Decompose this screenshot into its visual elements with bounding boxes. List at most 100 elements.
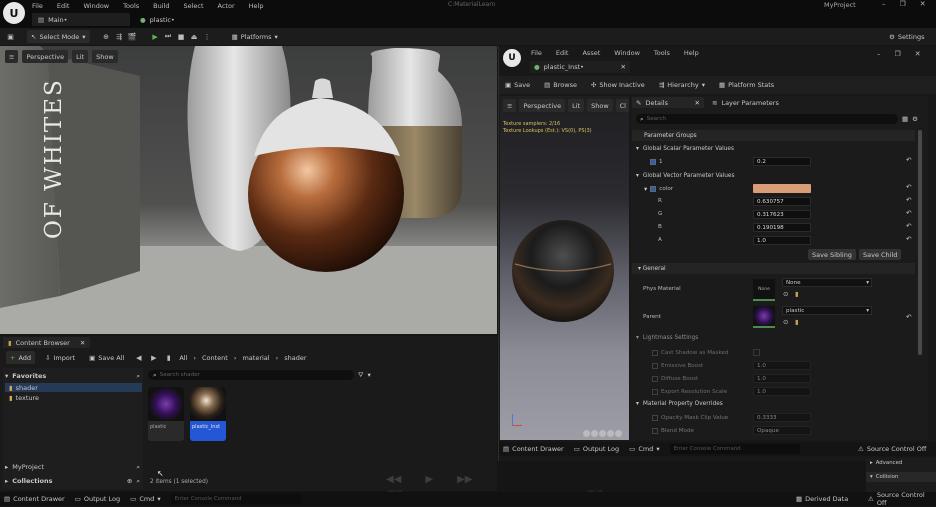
preview-sphere-icon[interactable] bbox=[591, 430, 598, 437]
source-control-button[interactable]: ⚠ Source Control Off bbox=[868, 491, 936, 507]
content-browser-tab[interactable]: ▮ Content Browser ✕ bbox=[3, 337, 91, 348]
use-selected-icon[interactable]: ⊙ bbox=[783, 290, 788, 298]
grid-view-icon[interactable]: ▦ bbox=[902, 115, 908, 123]
preview-plane-icon[interactable] bbox=[599, 430, 606, 437]
editor-unreal-logo-icon[interactable]: U bbox=[503, 49, 521, 67]
reset-arrow-icon[interactable]: ↶ bbox=[906, 183, 911, 191]
level-viewport[interactable]: OF WHITES ≡ Perspective Lit Show bbox=[0, 46, 497, 334]
phys-material-dropdown[interactable]: None ▾ bbox=[782, 278, 872, 287]
more-options-icon[interactable]: ⋮ bbox=[203, 32, 212, 41]
editor-menu-file[interactable]: File bbox=[531, 49, 542, 57]
editor-output-log-button[interactable]: ▭ Output Log bbox=[574, 445, 619, 453]
editor-content-drawer-button[interactable]: ▤ Content Drawer bbox=[503, 445, 564, 453]
preview-lit-button[interactable]: Lit bbox=[568, 99, 585, 112]
editor-menu-help[interactable]: Help bbox=[684, 49, 699, 57]
save-all-button[interactable]: ▣ Save All bbox=[85, 351, 128, 364]
save-icon[interactable]: ▣ bbox=[6, 32, 15, 41]
folder-texture[interactable]: ▮ texture bbox=[5, 393, 142, 402]
close-tab-icon[interactable]: ✕ bbox=[621, 63, 626, 71]
asset-search-box[interactable]: ⌕ Search shader bbox=[148, 370, 354, 380]
param-checkbox[interactable] bbox=[650, 159, 656, 165]
unreal-logo-icon[interactable]: U bbox=[3, 2, 25, 24]
settings-button[interactable]: ⚙ Settings bbox=[885, 30, 929, 43]
menu-file[interactable]: File bbox=[32, 2, 43, 10]
folder-shader[interactable]: ▮ shader bbox=[5, 383, 142, 392]
hierarchy-button[interactable]: ⇶ Hierarchy ▾ bbox=[659, 81, 705, 89]
override-row-value[interactable]: Opaque bbox=[753, 426, 811, 435]
search-icon[interactable]: ⌕ bbox=[136, 372, 140, 381]
viewport-menu-button[interactable]: ≡ bbox=[5, 50, 19, 63]
show-button[interactable]: Show bbox=[92, 50, 118, 63]
asset-plastic[interactable]: plastic bbox=[148, 387, 184, 441]
show-inactive-button[interactable]: ✣ Show Inactive bbox=[591, 81, 645, 89]
cmd-button[interactable]: ▭ Cmd ▾ bbox=[130, 495, 160, 503]
lightmass-checkbox[interactable] bbox=[652, 362, 658, 369]
menu-select[interactable]: Select bbox=[183, 2, 203, 10]
reset-arrow-icon[interactable]: ↶ bbox=[906, 235, 911, 243]
scalar-param-value[interactable]: 0.2 bbox=[753, 157, 811, 166]
menu-tools[interactable]: Tools bbox=[123, 2, 139, 10]
console-input[interactable]: Enter Console Command bbox=[170, 494, 301, 504]
parent-thumbnail[interactable] bbox=[753, 306, 775, 328]
advanced-header[interactable]: ▸ Advanced bbox=[870, 460, 902, 466]
output-log-button[interactable]: ▭ Output Log bbox=[75, 495, 120, 503]
lightmass-row-value[interactable]: 1.0 bbox=[753, 374, 811, 383]
preview-clipped-button[interactable]: Cl bbox=[615, 99, 629, 112]
reset-arrow-icon[interactable]: ↶ bbox=[906, 196, 911, 204]
parent-dropdown[interactable]: plastic ▾ bbox=[782, 306, 872, 315]
editor-menu-edit[interactable]: Edit bbox=[556, 49, 569, 57]
menu-window[interactable]: Window bbox=[83, 2, 109, 10]
override-checkbox[interactable] bbox=[652, 414, 658, 421]
stop-icon[interactable]: ■ bbox=[177, 32, 186, 41]
blueprint-icon[interactable]: ⇶ bbox=[115, 32, 124, 41]
breadcrumb-material[interactable]: material bbox=[242, 354, 269, 362]
channel-r-value[interactable]: 0.630757 bbox=[753, 197, 811, 206]
override-checkbox[interactable] bbox=[652, 427, 658, 434]
channel-g-value[interactable]: 0.317623 bbox=[753, 210, 811, 219]
lightmass-row-value[interactable]: 1.0 bbox=[753, 387, 811, 396]
browse-folder-icon[interactable]: ▮ bbox=[795, 318, 799, 326]
details-tab[interactable]: ✎ Details ✕ bbox=[632, 97, 704, 108]
add-actor-icon[interactable]: ⊕ bbox=[102, 32, 111, 41]
menu-build[interactable]: Build bbox=[153, 2, 169, 10]
editor-menu-window[interactable]: Window bbox=[614, 49, 640, 57]
collision-header[interactable]: ▾ Collision bbox=[866, 472, 936, 482]
editor-menu-tools[interactable]: Tools bbox=[654, 49, 670, 57]
search-icon[interactable]: ⌕ bbox=[136, 477, 140, 486]
import-button[interactable]: ⇩ Import bbox=[41, 351, 79, 364]
close-icon[interactable]: ✕ bbox=[920, 0, 926, 8]
scalar-params-header[interactable]: ▾ Global Scalar Parameter Values bbox=[632, 144, 915, 154]
param-checkbox[interactable] bbox=[650, 186, 657, 192]
play-icon[interactable]: ▶ bbox=[151, 32, 160, 41]
editor-cmd-button[interactable]: ▭ Cmd ▾ bbox=[629, 445, 659, 453]
reset-arrow-icon[interactable]: ↶ bbox=[906, 156, 911, 164]
save-child-button[interactable]: Save Child bbox=[859, 249, 902, 260]
preview-menu-button[interactable]: ≡ bbox=[503, 99, 517, 112]
perspective-button[interactable]: Perspective bbox=[22, 50, 69, 63]
search-icon[interactable]: ⌕ bbox=[136, 463, 140, 472]
preview-cylinder-icon[interactable] bbox=[583, 430, 590, 437]
editor-console-input[interactable]: Enter Console Command bbox=[669, 444, 800, 454]
editor-asset-tab[interactable]: ● plastic_Inst• ✕ bbox=[530, 61, 630, 73]
tab-main[interactable]: ▤ Main• bbox=[32, 13, 130, 26]
details-scrollbar[interactable] bbox=[918, 130, 922, 355]
channel-a-value[interactable]: 1.0 bbox=[753, 236, 811, 245]
history-forward-icon[interactable]: ▶ bbox=[149, 353, 158, 362]
save-button[interactable]: ▣ Save bbox=[505, 81, 530, 89]
lit-button[interactable]: Lit bbox=[72, 50, 89, 63]
lightmass-checkbox[interactable] bbox=[652, 349, 658, 356]
collections-header[interactable]: ▸ Collections ⊕ ⌕ bbox=[5, 476, 140, 486]
content-drawer-button[interactable]: ▤ Content Drawer bbox=[4, 495, 65, 503]
myproject-header[interactable]: ▸ MyProject ⌕ bbox=[5, 462, 140, 472]
cinematics-icon[interactable]: 🎬 bbox=[128, 32, 137, 41]
breadcrumb-all[interactable]: All bbox=[179, 354, 187, 362]
minimize-icon[interactable]: – bbox=[882, 0, 886, 8]
eject-icon[interactable]: ⏏ bbox=[190, 32, 199, 41]
save-sibling-button[interactable]: Save Sibling bbox=[808, 249, 856, 260]
step-icon[interactable]: ⏭ bbox=[164, 32, 173, 41]
tab-plastic[interactable]: ● plastic• bbox=[136, 13, 236, 26]
menu-actor[interactable]: Actor bbox=[218, 2, 235, 10]
select-mode-button[interactable]: ↖ Select Mode ▾ bbox=[27, 30, 90, 43]
preview-show-button[interactable]: Show bbox=[587, 99, 613, 112]
close-tab-icon[interactable]: ✕ bbox=[695, 99, 700, 107]
